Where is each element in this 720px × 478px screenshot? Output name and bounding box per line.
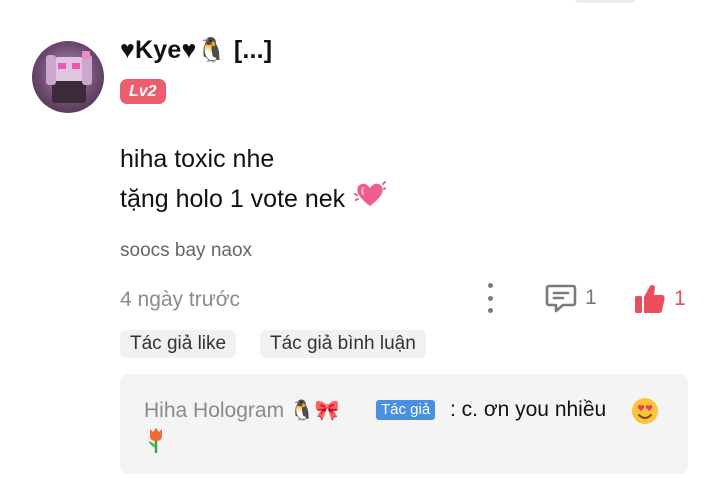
like-count: 1 (674, 287, 686, 310)
comment-line-2: tặng holo 1 vote nek (120, 179, 388, 220)
top-edge-divider (575, 0, 635, 3)
comment-line-1: hiha toxic nhe (120, 145, 275, 173)
heart-emoji (354, 180, 388, 220)
avatar[interactable] (32, 41, 104, 113)
reply-text: : c. ơn you nhiều (450, 398, 607, 421)
avatar-image (46, 51, 92, 103)
reply-author-name: Hiha Hologram (144, 399, 285, 422)
penguin-emoji: 🐧 (196, 36, 227, 64)
tag-author-liked: Tác giả like (120, 330, 237, 358)
reply-author-emojis: 🐧🎀 (289, 398, 340, 422)
username-truncation: [...] (233, 36, 273, 64)
tag-author-replied: Tác giả bình luận (260, 330, 426, 358)
comment-line-2-text: tặng holo 1 vote nek (120, 185, 346, 213)
comment-icon (545, 284, 577, 313)
thumbs-up-icon (635, 284, 665, 313)
comment-body: hiha toxic nhe tặng holo 1 vote nek (120, 139, 388, 220)
reply-button[interactable]: 1 (545, 283, 597, 313)
like-button[interactable]: 1 (634, 283, 686, 315)
more-vertical-icon[interactable] (480, 283, 500, 313)
author-badge: Tác giả (376, 400, 436, 420)
username[interactable]: ♥Kye♥🐧 [...] (120, 36, 272, 65)
reply-box[interactable]: Hiha Hologram 🐧🎀 Tác giả : c. ơn you nhi… (120, 374, 688, 474)
reply-count: 1 (585, 286, 597, 309)
level-badge: Lv2 (120, 79, 166, 104)
timestamp: 4 ngày trước (120, 288, 241, 311)
tulip-emoji (146, 426, 166, 459)
reply-author[interactable]: Hiha Hologram 🐧🎀 (144, 398, 340, 423)
user-signature: soocs bay naox (120, 240, 253, 261)
smiling-heart-eyes-emoji (630, 396, 660, 431)
username-text: ♥Kye♥ (120, 36, 197, 64)
